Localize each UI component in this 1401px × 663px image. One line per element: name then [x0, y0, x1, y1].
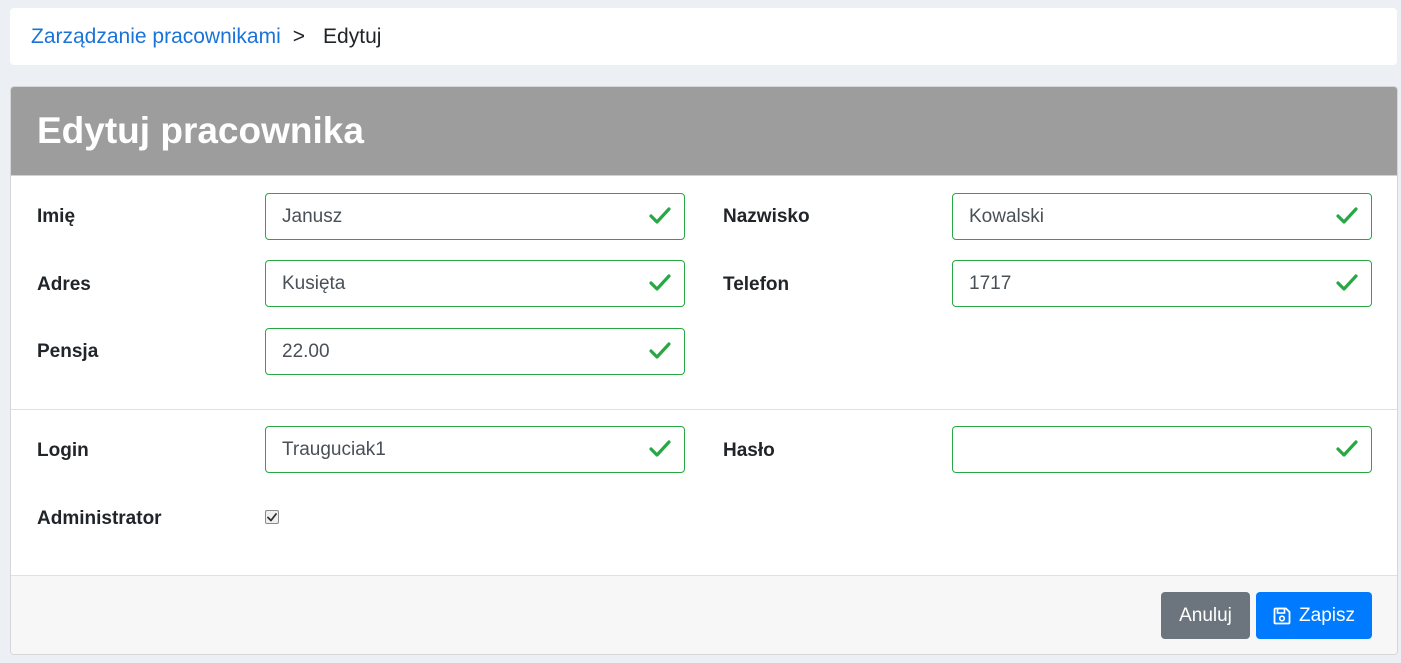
check-icon	[649, 342, 671, 359]
personal-info-section: Imię Nazwisko Adres Telefon Pensja	[11, 176, 1397, 410]
salary-field[interactable]	[265, 328, 685, 375]
check-icon	[1336, 440, 1358, 457]
phone-field[interactable]	[952, 260, 1372, 307]
admin-checkbox[interactable]	[265, 510, 279, 524]
check-icon	[1336, 207, 1358, 224]
save-button[interactable]: Zapisz	[1256, 592, 1372, 639]
cancel-button[interactable]: Anuluj	[1161, 592, 1250, 639]
salary-input[interactable]	[266, 329, 626, 374]
first-name-label: Imię	[37, 206, 76, 227]
check-icon	[1336, 274, 1358, 291]
card-header: Edytuj pracownika	[11, 87, 1397, 176]
check-icon	[649, 440, 671, 457]
address-label: Adres	[37, 274, 91, 295]
checkmark-icon	[267, 512, 277, 521]
check-icon	[649, 207, 671, 224]
breadcrumb: Zarządzanie pracownikami > Edytuj	[10, 8, 1397, 65]
phone-input[interactable]	[953, 261, 1313, 306]
last-name-label: Nazwisko	[723, 206, 810, 227]
breadcrumb-separator: >	[292, 24, 306, 48]
login-label: Login	[37, 440, 89, 461]
first-name-field[interactable]	[265, 193, 685, 240]
check-icon	[649, 274, 671, 291]
account-section: Login Hasło Administrator	[11, 410, 1397, 576]
card-footer: Anuluj Zapisz	[11, 576, 1397, 654]
last-name-input[interactable]	[953, 194, 1313, 239]
first-name-input[interactable]	[266, 194, 626, 239]
password-input[interactable]	[953, 427, 1313, 472]
address-input[interactable]	[266, 261, 626, 306]
salary-label: Pensja	[37, 341, 99, 362]
last-name-field[interactable]	[952, 193, 1372, 240]
admin-label: Administrator	[37, 508, 162, 529]
address-field[interactable]	[265, 260, 685, 307]
breadcrumb-current: Edytuj	[323, 24, 382, 48]
save-button-label: Zapisz	[1299, 604, 1355, 626]
login-input[interactable]	[266, 427, 626, 472]
password-field[interactable]	[952, 426, 1372, 473]
edit-employee-card: Edytuj pracownika Imię Nazwisko Adres Te…	[10, 86, 1398, 655]
page-title: Edytuj pracownika	[37, 110, 364, 151]
breadcrumb-link-employees[interactable]: Zarządzanie pracownikami	[31, 25, 281, 49]
phone-label: Telefon	[723, 274, 790, 295]
password-label: Hasło	[723, 440, 775, 461]
floppy-disk-icon	[1273, 607, 1291, 624]
login-field[interactable]	[265, 426, 685, 473]
